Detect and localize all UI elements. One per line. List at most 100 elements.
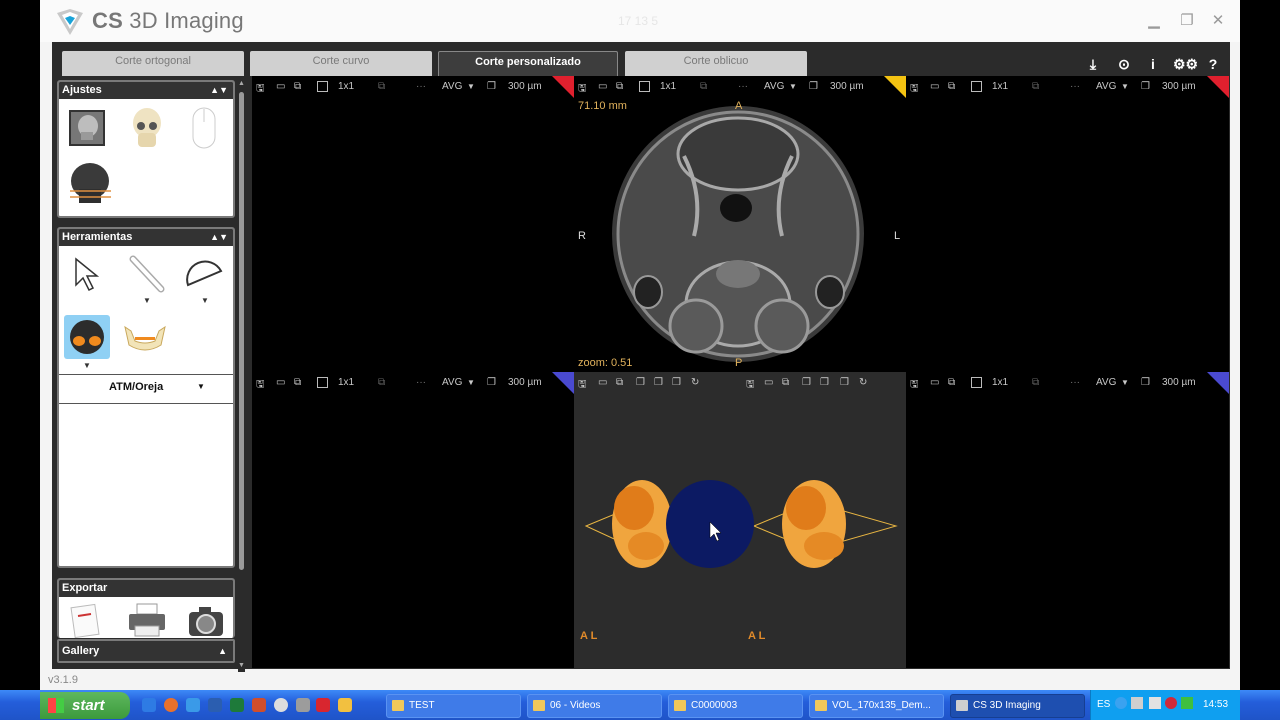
tab-corte-curvo[interactable]: Corte curvo: [250, 51, 432, 76]
tray-clock[interactable]: 14:53: [1203, 699, 1228, 710]
firefox-icon[interactable]: [164, 698, 178, 712]
thickness-label[interactable]: 300 µm: [830, 81, 864, 92]
sync-icon[interactable]: ⧉: [700, 81, 707, 92]
save-icon[interactable]: 🖫: [910, 81, 919, 98]
printer-icon[interactable]: [127, 602, 167, 638]
render-mode-dropdown-icon[interactable]: ▼: [1121, 82, 1129, 91]
copy-view-icon[interactable]: ⧉: [782, 377, 789, 388]
thickness-icon[interactable]: ❐: [809, 81, 818, 92]
gallery-panel[interactable]: Gallery ▲: [57, 639, 235, 663]
excel-icon[interactable]: [230, 698, 244, 712]
tmj-dropdown-value[interactable]: ATM/Oreja: [109, 381, 163, 393]
info-icon[interactable]: i: [1145, 56, 1161, 72]
powerpoint-icon[interactable]: [252, 698, 266, 712]
angle-tool-icon[interactable]: [185, 259, 225, 289]
ruler-tool-icon[interactable]: [129, 255, 165, 293]
render-mode-label[interactable]: AVG: [764, 81, 784, 92]
window-icon[interactable]: ▭: [598, 81, 607, 92]
star-app-icon[interactable]: [316, 698, 330, 712]
sync-icon[interactable]: ⧉: [1032, 377, 1039, 388]
save-icon[interactable]: 🖫: [256, 81, 265, 98]
sync-icon[interactable]: ⧉: [1032, 81, 1039, 92]
volume-icon[interactable]: [1149, 697, 1161, 709]
ruler-dropdown-icon[interactable]: ▼: [143, 296, 151, 305]
layout-label[interactable]: 1x1: [660, 81, 676, 92]
render-mode-dropdown-icon[interactable]: ▼: [1121, 378, 1129, 387]
save-icon[interactable]: 🖫: [746, 377, 755, 394]
help-icon[interactable]: ?: [1205, 56, 1221, 72]
security-icon[interactable]: [1165, 697, 1177, 709]
thickness-icon[interactable]: ❐: [1141, 81, 1150, 92]
taskbar-item-videos[interactable]: 06 - Videos: [527, 694, 662, 718]
skull-icon[interactable]: [129, 107, 165, 151]
rotate-icon[interactable]: ↻: [859, 377, 867, 388]
download-icon[interactable]: ⤓: [1085, 56, 1101, 72]
thickness-label[interactable]: 300 µm: [1162, 377, 1196, 388]
pointer-tool-icon[interactable]: [73, 257, 101, 293]
tools-panel-header[interactable]: Herramientas ▲▼: [59, 229, 233, 246]
xray-view-icon[interactable]: [69, 110, 105, 146]
language-indicator[interactable]: ES: [1097, 699, 1110, 710]
layer-icon[interactable]: ❐: [636, 377, 645, 388]
display-icon[interactable]: [1131, 697, 1143, 709]
save-icon[interactable]: 🖫: [910, 377, 919, 394]
layout-square-icon[interactable]: [639, 81, 650, 92]
ie-icon[interactable]: [142, 698, 156, 712]
mandible-tool-icon[interactable]: [121, 321, 169, 355]
layout-square-icon[interactable]: [317, 81, 328, 92]
save-icon[interactable]: 🖫: [256, 377, 265, 394]
camera-icon[interactable]: [187, 604, 225, 638]
render-mode-dropdown-icon[interactable]: ▼: [467, 82, 475, 91]
side-scrollbar-thumb[interactable]: [239, 92, 244, 570]
app-tray-icon[interactable]: [1181, 697, 1193, 709]
mouse-icon[interactable]: [192, 107, 216, 149]
browser-icon[interactable]: [186, 698, 200, 712]
window-icon[interactable]: ▭: [276, 81, 285, 92]
taskbar-item-cs3d[interactable]: CS 3D Imaging: [950, 694, 1085, 718]
maximize-button[interactable]: ❐: [1176, 10, 1198, 32]
copy-view-icon[interactable]: ⧉: [294, 81, 301, 92]
taskbar-item-vol[interactable]: VOL_170x135_Dem...: [809, 694, 944, 718]
tab-corte-ortogonal[interactable]: Corte ortogonal: [62, 51, 244, 76]
copy-view-icon[interactable]: ⧉: [616, 81, 623, 92]
window-icon[interactable]: ▭: [764, 377, 773, 388]
sync-icon[interactable]: ⧉: [378, 377, 385, 388]
export-panel-header[interactable]: Exportar: [59, 580, 233, 597]
thickness-icon[interactable]: ❐: [487, 81, 496, 92]
thickness-label[interactable]: 300 µm: [1162, 81, 1196, 92]
layout-label[interactable]: 1x1: [992, 81, 1008, 92]
head-slice-icon[interactable]: [67, 161, 113, 207]
layer-icon-3[interactable]: ❐: [840, 377, 849, 388]
axial-ct-view[interactable]: 🖫 ▭ ⧉ 1x1 ⧉ ··· AVG ▼ ❐ 300 µm 71.10 mm …: [574, 76, 906, 372]
tab-corte-personalizado[interactable]: Corte personalizado: [438, 51, 618, 76]
window-icon[interactable]: ▭: [276, 377, 285, 388]
window-icon[interactable]: ▭: [598, 377, 607, 388]
collapse-icon[interactable]: ▲▼: [210, 229, 228, 246]
copy-view-icon[interactable]: ⧉: [948, 377, 955, 388]
network-icon[interactable]: [1115, 697, 1127, 709]
sync-icon[interactable]: ⧉: [378, 81, 385, 92]
tmj-select-arrow-icon[interactable]: ▼: [197, 382, 205, 391]
layer-icon-2[interactable]: ❐: [820, 377, 829, 388]
gallery-header[interactable]: Gallery ▲: [59, 641, 233, 661]
layer-icon[interactable]: ❐: [802, 377, 811, 388]
thickness-label[interactable]: 300 µm: [508, 81, 542, 92]
render-mode-dropdown-icon[interactable]: ▼: [789, 82, 797, 91]
window-icon[interactable]: ▭: [930, 81, 939, 92]
volume-3d-view[interactable]: 🖫 ▭ ⧉ ❐ ❐ ❐ ↻ 🖫 ▭ ⧉ ❐ ❐ ❐ ↻ A L A L: [574, 372, 906, 668]
layout-label[interactable]: 1x1: [992, 377, 1008, 388]
thickness-label[interactable]: 300 µm: [508, 377, 542, 388]
copy-view-icon[interactable]: ⧉: [294, 377, 301, 388]
save-icon[interactable]: 🖫: [578, 377, 587, 394]
tmj-tool-button[interactable]: [64, 315, 110, 359]
tab-corte-oblicuo[interactable]: Corte oblicuo: [625, 51, 807, 76]
start-button[interactable]: start: [40, 692, 130, 719]
tools-app-icon[interactable]: [338, 698, 352, 712]
expand-icon[interactable]: ▲: [218, 641, 227, 661]
target-icon[interactable]: ⊙: [1116, 56, 1132, 72]
taskbar-item-c0000003[interactable]: C0000003: [668, 694, 803, 718]
render-mode-label[interactable]: AVG: [442, 377, 462, 388]
layout-label[interactable]: 1x1: [338, 377, 354, 388]
gear-app-icon[interactable]: [296, 698, 310, 712]
close-button[interactable]: ✕: [1207, 10, 1229, 32]
